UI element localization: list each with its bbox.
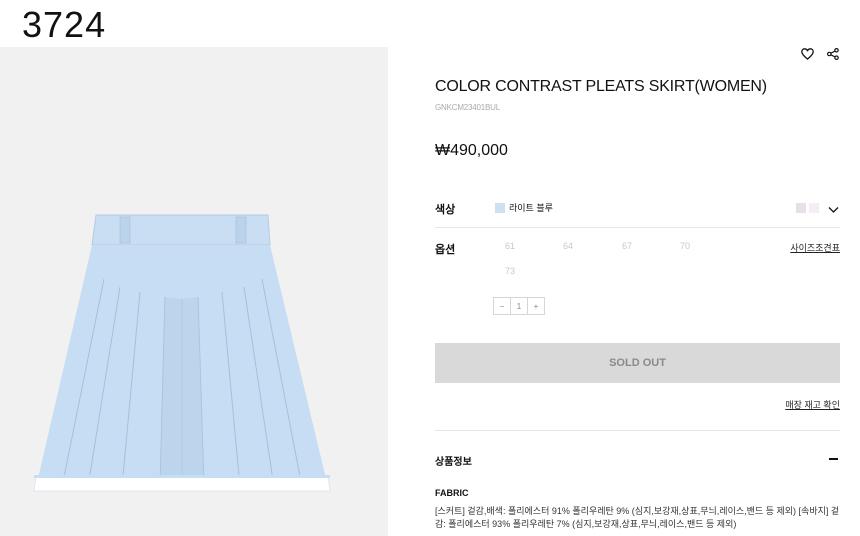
size-guide-link[interactable]: 사이즈조견표 bbox=[790, 241, 840, 254]
size-option[interactable]: 67 bbox=[622, 241, 632, 251]
product-details-header[interactable]: 상품정보 bbox=[435, 453, 840, 468]
other-color-swatches bbox=[796, 203, 819, 213]
divider bbox=[435, 430, 840, 431]
store-stock-link[interactable]: 매장 재고 확인 bbox=[785, 398, 840, 411]
option-label: 옵션 bbox=[435, 244, 456, 256]
collapse-icon[interactable] bbox=[829, 458, 838, 460]
chevron-down-icon[interactable] bbox=[828, 201, 839, 219]
quantity-value[interactable]: 1 bbox=[510, 297, 528, 315]
size-option[interactable]: 64 bbox=[563, 241, 573, 251]
size-option[interactable]: 70 bbox=[680, 241, 690, 251]
fabric-label: FABRIC bbox=[435, 488, 469, 498]
skirt-illustration bbox=[33, 214, 331, 492]
option-row: 옵션 61 64 67 70 73 사이즈조견표 − 1 + bbox=[435, 236, 840, 336]
selected-color-name: 라이트 블루 bbox=[509, 203, 553, 213]
product-info: COLOR CONTRAST PLEATS SKIRT(WOMEN) GNKCM… bbox=[435, 78, 840, 160]
product-title: COLOR CONTRAST PLEATS SKIRT(WOMEN) bbox=[435, 78, 767, 95]
color-swatch-1[interactable] bbox=[796, 203, 806, 213]
selected-color-swatch bbox=[495, 203, 505, 213]
quantity-minus-button[interactable]: − bbox=[493, 297, 511, 315]
size-option[interactable]: 73 bbox=[505, 266, 515, 276]
share-icon[interactable] bbox=[826, 47, 840, 61]
sold-out-button[interactable]: SOLD OUT bbox=[435, 343, 840, 383]
color-label: 색상 bbox=[435, 204, 456, 216]
top-actions bbox=[800, 47, 840, 61]
fabric-text: [스커트] 겉감,배색: 폴리에스터 91% 폴리우레탄 9% (심지,보강재,… bbox=[435, 506, 840, 529]
quantity-plus-button[interactable]: + bbox=[527, 297, 545, 315]
heart-icon[interactable] bbox=[800, 47, 814, 61]
size-option[interactable]: 61 bbox=[505, 241, 515, 251]
product-details-title: 상품정보 bbox=[435, 457, 472, 468]
color-swatch-2[interactable] bbox=[809, 203, 819, 213]
color-row: 색상 라이트 블루 bbox=[435, 196, 840, 228]
quantity-stepper: − 1 + bbox=[493, 297, 545, 315]
product-price: ₩490,000 bbox=[435, 142, 508, 159]
product-image[interactable] bbox=[0, 47, 388, 536]
product-code: GNKCM23401BUL bbox=[435, 103, 500, 112]
page-id: 3724 bbox=[22, 4, 107, 45]
